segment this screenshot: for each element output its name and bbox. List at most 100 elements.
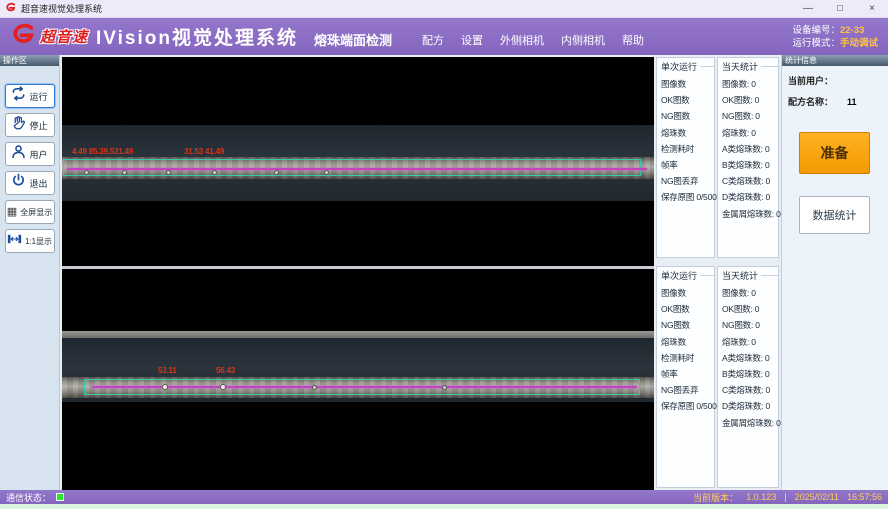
close-button[interactable]: ×	[856, 0, 888, 18]
measure-line	[92, 386, 637, 388]
bead-marker	[212, 170, 217, 175]
minimize-button[interactable]: —	[792, 0, 824, 18]
exit-button-label: 退出	[29, 177, 47, 190]
menu-item[interactable]: 帮助	[622, 32, 644, 48]
app-icon	[5, 0, 17, 18]
stat-row: 熔珠数: 0	[722, 125, 778, 141]
stop-button-label: 停止	[29, 119, 47, 132]
stat-row: 帧率	[661, 157, 714, 173]
menu-item[interactable]: 设置	[461, 32, 483, 48]
stat-rows: 图像数OK图数NG图数熔珠数检测耗时帧率NG图丢弃保存原图 0/500	[661, 76, 714, 206]
stat-row: D类熔珠数: 0	[722, 398, 778, 414]
stop-button[interactable]: 停止	[5, 113, 55, 137]
bead-marker	[324, 170, 329, 175]
fullscreen-button[interactable]: ▦ 全屏显示	[5, 200, 55, 224]
menu-item[interactable]: 配方	[422, 32, 444, 48]
panel-title: 单次运行	[661, 269, 714, 282]
info-panel-body: 当前用户： 配方名称： 11 准备 数据统计	[782, 74, 888, 498]
run-button[interactable]: 运行	[5, 84, 55, 108]
daily-stats-panel-bottom: 当天统计 图像数: 0OK图数: 0NG图数: 0熔珠数: 0A类熔珠数: 0B…	[717, 266, 779, 488]
stat-row: A类熔珠数: 0	[722, 141, 778, 157]
stat-row: 金属屑熔珠数: 0	[722, 415, 778, 431]
single-run-panel-bottom: 单次运行 图像数OK图数NG图数熔珠数检测耗时帧率NG图丢弃保存原图 0/500	[656, 266, 715, 488]
stat-row: 金属屑熔珠数: 0	[722, 206, 778, 222]
menu-item[interactable]: 内侧相机	[561, 32, 605, 48]
daily-stats-panel-top: 当天统计 图像数: 0OK图数: 0NG图数: 0熔珠数: 0A类熔珠数: 0B…	[717, 57, 779, 258]
image-edge	[62, 331, 654, 338]
status-separator: |	[784, 492, 786, 502]
one-to-one-button[interactable]: 1:1显示	[5, 229, 55, 253]
stat-row: 图像数	[661, 285, 714, 301]
stat-row: 保存原图 0/500	[661, 189, 714, 205]
stat-row: 图像数: 0	[722, 76, 778, 92]
one-to-one-button-label: 1:1显示	[25, 236, 52, 247]
bead-marker	[442, 385, 447, 390]
stat-row: NG图数	[661, 317, 714, 333]
data-statistics-button[interactable]: 数据统计	[799, 196, 870, 234]
prepare-button[interactable]: 准备	[799, 132, 870, 174]
window-title: 超音速视觉处理系统	[21, 2, 102, 15]
measurement-annotation: 4.49 85.39,531.49	[72, 147, 133, 156]
user-icon	[11, 144, 26, 164]
panel-title: 单次运行	[661, 60, 714, 73]
run-button-label: 运行	[29, 90, 47, 103]
menu-item[interactable]: 外侧相机	[500, 32, 544, 48]
stat-row: OK图数	[661, 301, 714, 317]
page-title: IVision视觉处理系统	[96, 23, 298, 50]
user-button[interactable]: 用户	[5, 142, 55, 166]
run-icon	[11, 86, 26, 106]
page-subtitle: 熔珠端面检测	[314, 30, 392, 49]
version-label: 当前版本：	[693, 491, 738, 504]
sidebar-buttons: 运行 停止 用户 退出 ▦ 全屏显示	[0, 66, 59, 258]
stat-row: 熔珠数: 0	[722, 334, 778, 350]
bead-marker	[312, 385, 317, 390]
recipe-name-label: 配方名称：	[788, 97, 833, 107]
stat-row: 帧率	[661, 366, 714, 382]
status-right: 当前版本： 1.0.123 | 2025/02/11 16:57:56	[693, 491, 882, 504]
footer-strip	[0, 504, 888, 509]
stat-row: 图像数	[661, 76, 714, 92]
stat-row: OK图数: 0	[722, 92, 778, 108]
power-icon	[11, 173, 26, 193]
stat-row: OK图数: 0	[722, 301, 778, 317]
sidebar-title: 操作区	[0, 55, 59, 66]
fullscreen-button-label: 全屏显示	[20, 207, 52, 218]
stop-hand-icon	[11, 115, 26, 135]
stat-row: NG图数	[661, 108, 714, 124]
current-user-label: 当前用户：	[788, 74, 888, 87]
measurement-annotation: 56.43	[216, 366, 235, 375]
window-titlebar: 超音速视觉处理系统 — □ ×	[0, 0, 888, 18]
device-number-label: 设备编号：	[792, 25, 840, 36]
stat-rows: 图像数: 0OK图数: 0NG图数: 0熔珠数: 0A类熔珠数: 0B类熔珠数:…	[722, 76, 778, 222]
brand-logo-icon	[10, 23, 38, 51]
comm-status-label: 通信状态：	[6, 491, 51, 504]
maximize-button[interactable]: □	[824, 0, 856, 18]
stat-row: C类熔珠数: 0	[722, 382, 778, 398]
bead-marker	[84, 170, 89, 175]
panel-title: 当天统计	[722, 269, 778, 282]
exit-button[interactable]: 退出	[5, 171, 55, 195]
camera-viewport-bottom: 53.11 56.43	[62, 269, 654, 490]
stat-row: 熔珠数	[661, 125, 714, 141]
recipe-name-value: 11	[847, 97, 857, 107]
bead-marker	[162, 384, 168, 390]
stat-row: NG图丢弃	[661, 173, 714, 189]
run-mode-label: 运行模式：	[792, 38, 840, 49]
run-mode-value: 手动调试	[840, 38, 878, 49]
statistics-info-panel: 统计信息 当前用户： 配方名称： 11 准备 数据统计	[781, 55, 888, 490]
single-run-panel-top: 单次运行 图像数OK图数NG图数熔珠数检测耗时帧率NG图丢弃保存原图 0/500	[656, 57, 715, 258]
stat-row: 保存原图 0/500	[661, 398, 714, 414]
operation-sidebar: 操作区 运行 停止 用户 退出 ▦	[0, 55, 60, 490]
brand-logo-text: 超音速	[40, 26, 88, 47]
bead-marker	[220, 384, 226, 390]
info-panel-title: 统计信息	[782, 55, 888, 66]
stat-row: A类熔珠数: 0	[722, 350, 778, 366]
status-date: 2025/02/11	[795, 492, 839, 502]
measure-line	[67, 168, 647, 170]
measurement-annotation: 53.11	[158, 366, 177, 375]
panel-title: 当天统计	[722, 60, 778, 73]
stat-rows: 图像数: 0OK图数: 0NG图数: 0熔珠数: 0A类熔珠数: 0B类熔珠数:…	[722, 285, 778, 431]
status-time: 16:57:56	[847, 492, 882, 502]
version-value: 1.0.123	[746, 492, 776, 502]
recipe-line: 配方名称： 11	[788, 95, 888, 108]
